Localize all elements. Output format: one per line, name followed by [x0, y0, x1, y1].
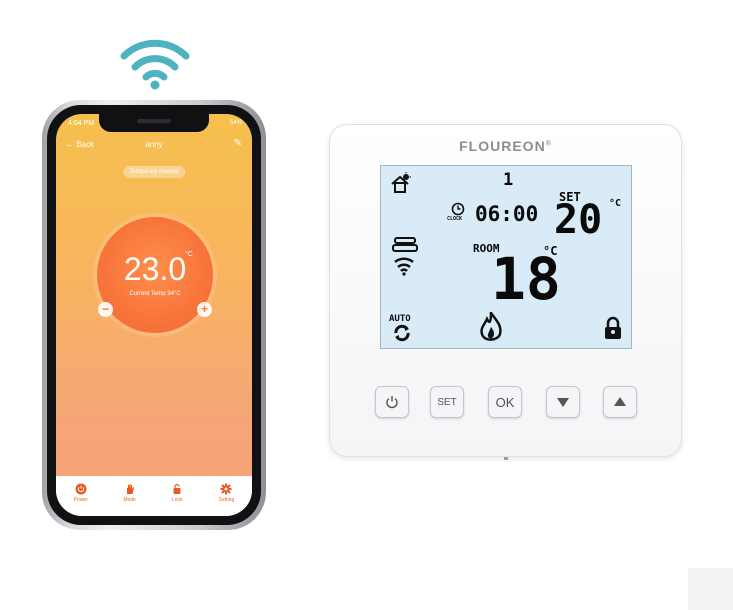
pencil-icon[interactable]: ✎ [234, 138, 242, 149]
set-key-label: SET [437, 396, 457, 408]
thermostat-device: FLOUREON® 1 CLOCK 06:00 SET 20 °C ROOM °… [329, 124, 682, 460]
house-sun-icon [391, 172, 411, 193]
phone-bezel: 4:04 PM 54% ← Back anny ✎ Temporary manu… [47, 105, 261, 525]
app-nav-bar: ← Back anny ✎ [56, 138, 252, 154]
decrease-button[interactable]: − [98, 302, 113, 317]
corner-placeholder [688, 568, 733, 610]
mode-pill: Temporary manual [123, 166, 185, 178]
increase-button[interactable]: + [197, 302, 212, 317]
lcd-display: 1 CLOCK 06:00 SET 20 °C ROOM °C 18 AUTO [380, 165, 632, 349]
auto-label: AUTO [389, 314, 411, 324]
tab-setting[interactable]: Setting [218, 483, 235, 503]
flame-icon [480, 312, 502, 341]
up-key[interactable] [603, 386, 637, 418]
temperature-dial[interactable]: 23.0 °C Current Temp 34°C − + [97, 217, 213, 333]
up-arrow-icon [614, 397, 626, 406]
ok-key-label: OK [495, 394, 515, 410]
clock-icon [451, 202, 465, 216]
ok-key[interactable]: OK [488, 386, 522, 418]
tab-power[interactable]: Power [74, 483, 88, 503]
product-composite: 4:04 PM 54% ← Back anny ✎ Temporary manu… [0, 0, 733, 610]
set-key[interactable]: SET [430, 386, 464, 418]
tab-label: Mode [123, 497, 136, 503]
current-temperature: Current Temp 34°C [129, 291, 181, 297]
set-temperature: 20 [554, 197, 603, 243]
smartphone: 4:04 PM 54% ← Back anny ✎ Temporary manu… [42, 100, 266, 530]
tab-label: Power [73, 497, 88, 503]
setpoint-unit: °C [185, 251, 193, 258]
power-icon [75, 483, 87, 495]
lock-icon [173, 483, 181, 494]
room-temperature: 18 [491, 245, 561, 313]
wifi-signal-icon [394, 257, 414, 276]
earpiece [137, 119, 171, 123]
device-foot-mark [504, 457, 508, 460]
gear-icon [220, 483, 232, 495]
power-key[interactable] [375, 386, 409, 418]
brand-name: FLOUREON [459, 138, 546, 154]
phone-notch [99, 114, 209, 132]
clock-time: 06:00 [475, 202, 539, 226]
radiator-icon [392, 237, 418, 252]
auto-cycle-icon [394, 324, 410, 342]
hand-icon [126, 484, 134, 494]
device-name: anny [145, 140, 163, 149]
brand-logo: FLOUREON® [330, 138, 681, 154]
set-unit: °C [609, 198, 622, 209]
bottom-tab-bar: Power Mode Lock Setting [56, 476, 252, 516]
registered-mark: ® [545, 140, 552, 148]
wifi-icon [120, 39, 190, 90]
setpoint-temperature: 23.0 [123, 251, 187, 287]
clock-label: CLOCK [447, 216, 463, 222]
status-battery: 54% [229, 120, 242, 126]
tab-mode[interactable]: Mode [123, 483, 136, 503]
tab-lock[interactable]: Lock [171, 483, 183, 503]
program-number: 1 [503, 170, 514, 190]
tab-label: Lock [171, 497, 183, 503]
down-arrow-icon [557, 398, 569, 407]
down-key[interactable] [546, 386, 580, 418]
tab-label: Setting [218, 497, 235, 503]
power-icon [386, 396, 398, 409]
status-time: 4:04 PM [68, 120, 95, 127]
thermostat-app-screen: 4:04 PM 54% ← Back anny ✎ Temporary manu… [56, 114, 252, 516]
lock-icon [605, 316, 621, 339]
